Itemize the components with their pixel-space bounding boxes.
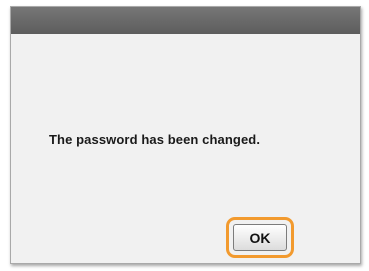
password-changed-dialog: The password has been changed. — [10, 6, 361, 264]
dialog-titlebar — [11, 7, 360, 34]
dialog-message: The password has been changed. — [49, 132, 261, 147]
ok-button[interactable]: OK — [233, 224, 287, 251]
